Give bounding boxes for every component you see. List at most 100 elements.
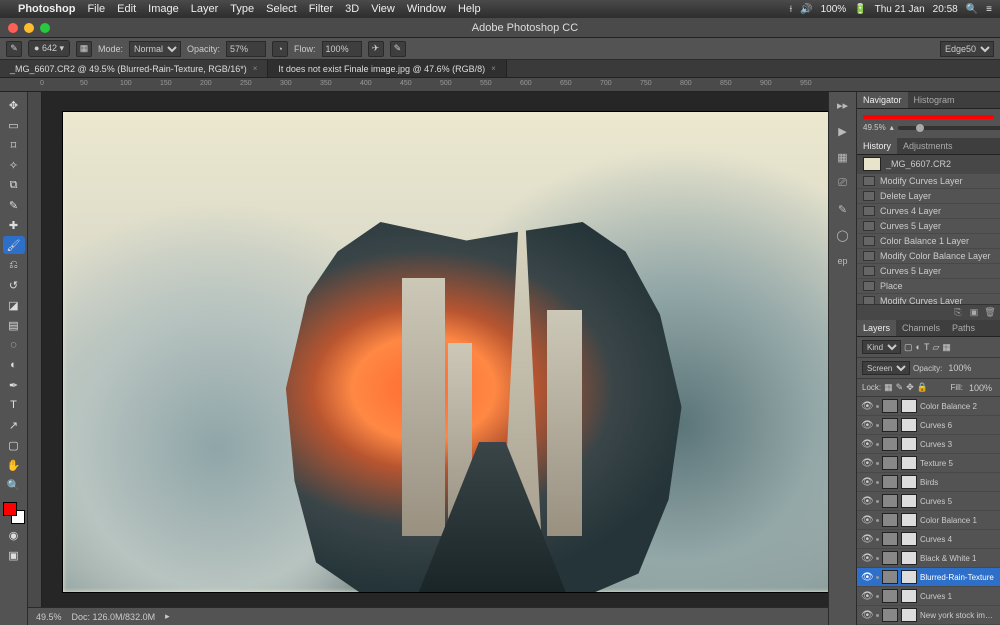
play-icon[interactable]: ▶: [834, 122, 852, 140]
layer-mask-thumb[interactable]: [901, 513, 917, 527]
doc-size[interactable]: Doc: 126.0M/832.0M: [72, 612, 156, 622]
layer-mask-thumb[interactable]: [901, 570, 917, 584]
type-tool-icon[interactable]: T: [3, 396, 25, 414]
airbrush-icon[interactable]: ✈: [368, 41, 384, 57]
layer-name[interactable]: New york stock image: [920, 611, 996, 620]
filter-shape-icon[interactable]: ▱: [932, 342, 939, 353]
dodge-tool-icon[interactable]: ◐: [3, 356, 25, 374]
wand-tool-icon[interactable]: ✧: [3, 156, 25, 174]
layer-row[interactable]: 👁New york stock image: [857, 606, 1000, 625]
history-source[interactable]: _MG_6607.CR2: [857, 155, 1000, 174]
swatches-icon[interactable]: ▦: [834, 148, 852, 166]
menu-icon[interactable]: ≡: [986, 4, 992, 15]
layer-thumb[interactable]: [882, 437, 898, 451]
history-item[interactable]: Curves 5 Layer: [857, 264, 1000, 279]
expand-panels-icon[interactable]: ▸▸: [834, 96, 852, 114]
layer-mask-thumb[interactable]: [901, 456, 917, 470]
menu-select[interactable]: Select: [266, 3, 297, 15]
ep-icon[interactable]: ep: [834, 252, 852, 270]
filter-smart-icon[interactable]: ▦: [942, 342, 951, 353]
layer-mask-thumb[interactable]: [901, 532, 917, 546]
stamp-tool-icon[interactable]: ⎌: [3, 256, 25, 274]
tab-layers[interactable]: Layers: [857, 320, 896, 336]
layer-mask-thumb[interactable]: [901, 399, 917, 413]
layer-name[interactable]: Birds: [920, 478, 996, 487]
history-item[interactable]: Curves 5 Layer: [857, 219, 1000, 234]
layer-thumb[interactable]: [882, 532, 898, 546]
zoom-tool-icon[interactable]: 🔍: [3, 476, 25, 494]
wifi-icon[interactable]: ⟊: [790, 4, 793, 15]
document-canvas[interactable]: [63, 112, 828, 592]
close-tab-icon[interactable]: ×: [491, 64, 496, 73]
eraser-tool-icon[interactable]: ◪: [3, 296, 25, 314]
visibility-icon[interactable]: 👁: [861, 534, 873, 545]
menu-window[interactable]: Window: [407, 3, 446, 15]
eyedropper-tool-icon[interactable]: ✎: [3, 196, 25, 214]
flow-input[interactable]: [322, 41, 362, 57]
layer-thumb[interactable]: [882, 570, 898, 584]
screenmode-icon[interactable]: ▣: [3, 546, 25, 564]
visibility-icon[interactable]: 👁: [861, 496, 873, 507]
filter-pixel-icon[interactable]: ▢: [904, 342, 913, 353]
tab-adjustments[interactable]: Adjustments: [897, 138, 959, 154]
healing-tool-icon[interactable]: ✚: [3, 216, 25, 234]
layer-row[interactable]: 👁 Blurred-Rain-Texture: [857, 568, 1000, 587]
trash-icon[interactable]: 🗑: [984, 307, 996, 319]
layer-name[interactable]: Blurred-Rain-Texture: [920, 573, 996, 582]
history-item[interactable]: Modify Color Balance Layer: [857, 249, 1000, 264]
layer-opacity-value[interactable]: 100%: [945, 363, 974, 373]
brush-preset[interactable]: ● 642 ▾: [28, 40, 70, 57]
layer-name[interactable]: Texture 5: [920, 459, 996, 468]
layer-thumb[interactable]: [882, 513, 898, 527]
fill-value[interactable]: 100%: [966, 383, 995, 393]
layer-mask-thumb[interactable]: [901, 494, 917, 508]
layer-mask-thumb[interactable]: [901, 475, 917, 489]
battery-icon[interactable]: 🔋: [854, 4, 866, 15]
doc-tab-active[interactable]: _MG_6607.CR2 @ 49.5% (Blurred-Rain-Textu…: [0, 60, 268, 77]
move-tool-icon[interactable]: ✥: [3, 96, 25, 114]
pen-tool-icon[interactable]: ✒: [3, 376, 25, 394]
lock-trans-icon[interactable]: ▦: [884, 382, 893, 393]
menu-image[interactable]: Image: [148, 3, 179, 15]
path-tool-icon[interactable]: ↗: [3, 416, 25, 434]
layer-name[interactable]: Curves 3: [920, 440, 996, 449]
new-snapshot-icon[interactable]: ⎘: [952, 307, 964, 319]
blur-tool-icon[interactable]: ◌: [3, 336, 25, 354]
layer-row[interactable]: 👁Curves 3: [857, 435, 1000, 454]
layer-name[interactable]: Curves 5: [920, 497, 996, 506]
lock-pos-icon[interactable]: ✥: [906, 382, 914, 393]
tool-preset-icon[interactable]: ✎: [6, 41, 22, 57]
layer-thumb[interactable]: [882, 589, 898, 603]
workspace-select[interactable]: Edge50: [940, 41, 994, 57]
layer-name[interactable]: Curves 1: [920, 592, 996, 601]
filter-adjust-icon[interactable]: ◐: [916, 342, 921, 352]
history-item[interactable]: Color Balance 1 Layer: [857, 234, 1000, 249]
history-item[interactable]: Modify Curves Layer: [857, 294, 1000, 304]
menu-help[interactable]: Help: [458, 3, 481, 15]
menu-view[interactable]: View: [371, 3, 395, 15]
layer-mask-thumb[interactable]: [901, 608, 917, 622]
layer-name[interactable]: Curves 4: [920, 535, 996, 544]
pressure-size-icon[interactable]: ✎: [390, 41, 406, 57]
layer-name[interactable]: Black & White 1: [920, 554, 996, 563]
tab-channels[interactable]: Channels: [896, 320, 946, 336]
actions-icon[interactable]: ⎚: [834, 174, 852, 192]
layer-mask-thumb[interactable]: [901, 589, 917, 603]
nav-zoom-slider[interactable]: [898, 126, 1000, 130]
tab-histogram[interactable]: Histogram: [908, 92, 961, 108]
menubar-date[interactable]: Thu 21 Jan: [875, 4, 925, 15]
layer-thumb[interactable]: [882, 418, 898, 432]
marquee-tool-icon[interactable]: ▭: [3, 116, 25, 134]
visibility-icon[interactable]: 👁: [861, 572, 873, 583]
zoom-out-icon[interactable]: ▴: [890, 123, 894, 132]
circle-icon[interactable]: ◯: [834, 226, 852, 244]
doc-tab[interactable]: It does not exist Finale image.jpg @ 47.…: [268, 60, 506, 77]
tab-navigator[interactable]: Navigator: [857, 92, 908, 108]
layer-thumb[interactable]: [882, 608, 898, 622]
history-item[interactable]: Modify Curves Layer: [857, 174, 1000, 189]
layer-row[interactable]: 👁 Curves 4: [857, 530, 1000, 549]
history-item[interactable]: Delete Layer: [857, 189, 1000, 204]
blend-mode-select[interactable]: Normal: [129, 41, 181, 57]
layer-filter-kind[interactable]: Kind: [862, 340, 901, 354]
layer-blend-mode[interactable]: Screen: [862, 361, 910, 375]
